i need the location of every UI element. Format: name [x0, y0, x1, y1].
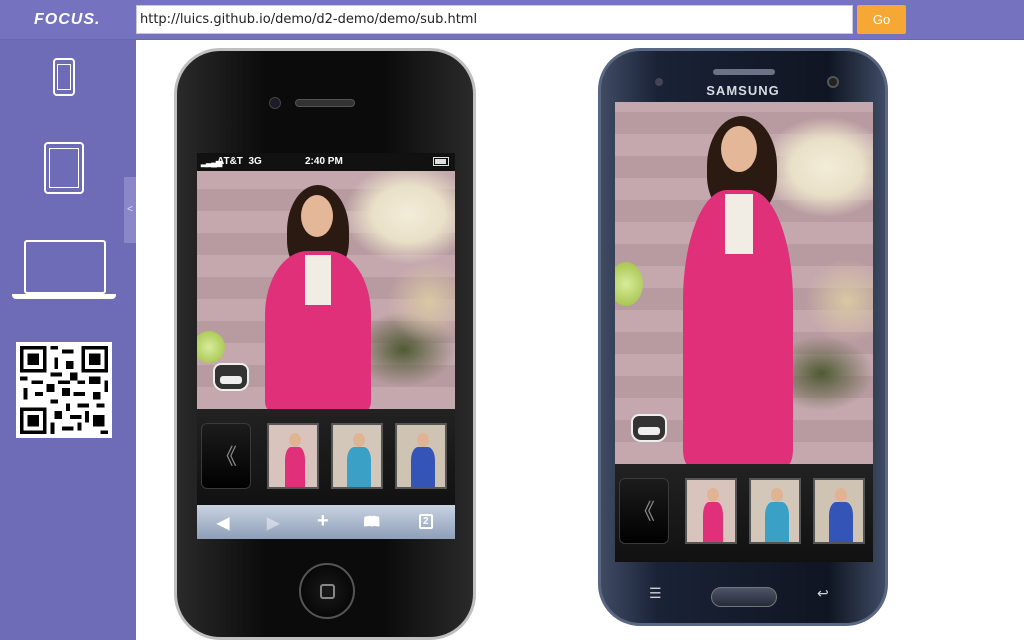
gallery-prev-button[interactable]: 《 [201, 423, 251, 489]
top-bar: FOCUS. http://luics.github.io/demo/d2-de… [0, 0, 1024, 40]
back-key-icon[interactable]: ↩ [817, 585, 829, 602]
thumb-blue-cardigan[interactable] [749, 478, 801, 544]
thumbnail-strip: 《 [615, 464, 873, 562]
safari-toolbar: ◀ ▶ + 📖 2 [197, 505, 455, 539]
hero-image[interactable] [197, 171, 455, 409]
back-button[interactable]: ◀ [217, 513, 229, 533]
iphone-screen: ▂▃▄▅ AT&T 3G 2:40 PM 《 ◀ ▶ + 📖 2 [197, 153, 455, 539]
carrier-label: AT&T [217, 156, 243, 167]
network-label: 3G [248, 156, 262, 167]
home-button[interactable] [711, 587, 777, 607]
home-button[interactable] [299, 563, 355, 619]
sidebar-collapse-button[interactable]: < [124, 177, 136, 243]
hero-image[interactable] [615, 102, 873, 464]
forward-button[interactable]: ▶ [267, 513, 279, 533]
gallery-prev-button[interactable]: 《 [619, 478, 669, 544]
phone-icon[interactable] [53, 58, 75, 96]
go-button[interactable]: Go [857, 5, 906, 34]
mascot-icon [213, 363, 249, 391]
thumb-pink-cardigan[interactable] [267, 423, 319, 489]
status-bar: ▂▃▄▅ AT&T 3G 2:40 PM [197, 153, 455, 171]
front-camera [269, 97, 281, 109]
earpiece-speaker [295, 99, 355, 107]
samsung-logo: SAMSUNG [706, 83, 780, 98]
earpiece-speaker [713, 69, 775, 75]
samsung-hardware-keys: ☰ ↩ [615, 565, 873, 621]
thumbnail-strip: 《 [197, 409, 455, 505]
add-bookmark-button[interactable]: + [317, 510, 329, 533]
battery-icon [433, 157, 449, 166]
tablet-icon[interactable] [44, 142, 84, 194]
thumb-blue-dress[interactable] [813, 478, 865, 544]
thumb-blue-cardigan[interactable] [331, 423, 383, 489]
menu-key-icon[interactable]: ☰ [649, 585, 662, 602]
mascot-icon [631, 414, 667, 442]
thumb-pink-cardigan[interactable] [685, 478, 737, 544]
tabs-button[interactable]: 2 [419, 514, 433, 529]
thumb-blue-dress[interactable] [395, 423, 447, 489]
iphone-frame: ▂▃▄▅ AT&T 3G 2:40 PM 《 ◀ ▶ + 📖 2 [174, 48, 476, 640]
qr-code [16, 342, 112, 438]
device-sidebar: < [0, 40, 136, 640]
app-logo: FOCUS. [34, 11, 101, 28]
samsung-frame: SAMSUNG 《 ☰ ↩ [598, 48, 888, 626]
samsung-screen: 《 [615, 102, 873, 562]
url-input[interactable]: http://luics.github.io/demo/d2-demo/demo… [136, 5, 853, 34]
laptop-icon[interactable] [12, 240, 116, 300]
bookmarks-button[interactable]: 📖 [363, 513, 380, 530]
clock-label: 2:40 PM [305, 156, 343, 167]
